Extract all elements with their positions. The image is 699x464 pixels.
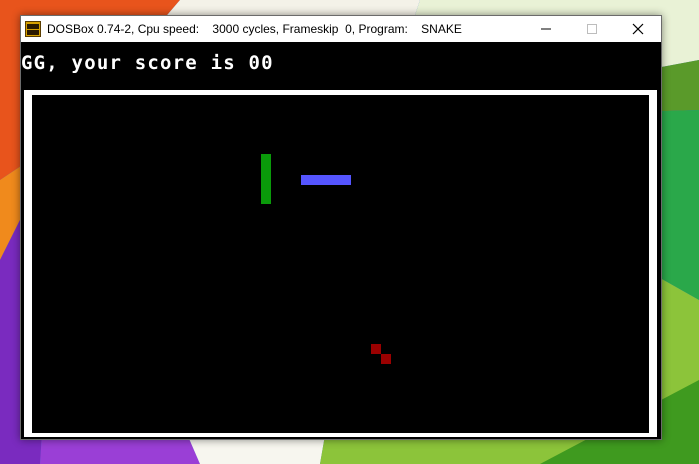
game-over-message: GG, your score is 00 <box>21 52 274 74</box>
dosbox-window[interactable]: DOSBox 0.74-2, Cpu speed: 3000 cycles, F… <box>20 15 662 440</box>
minimize-icon <box>541 28 551 30</box>
minimize-button[interactable] <box>523 16 569 42</box>
title-bar[interactable]: DOSBox 0.74-2, Cpu speed: 3000 cycles, F… <box>21 16 661 42</box>
close-button[interactable] <box>615 16 661 42</box>
window-title: DOSBox 0.74-2, Cpu speed: 3000 cycles, F… <box>47 22 462 36</box>
maximize-button[interactable] <box>569 16 615 42</box>
playfield <box>32 95 649 433</box>
green-snake-segment <box>261 154 271 204</box>
maximize-icon <box>587 24 597 34</box>
playfield-border <box>24 90 657 437</box>
blue-snake-segment <box>301 175 351 185</box>
dos-screen[interactable]: GG, your score is 00 <box>21 42 661 439</box>
food-block <box>381 354 391 364</box>
dosbox-icon[interactable] <box>25 21 41 37</box>
food-block <box>371 344 381 354</box>
close-icon <box>632 23 644 35</box>
